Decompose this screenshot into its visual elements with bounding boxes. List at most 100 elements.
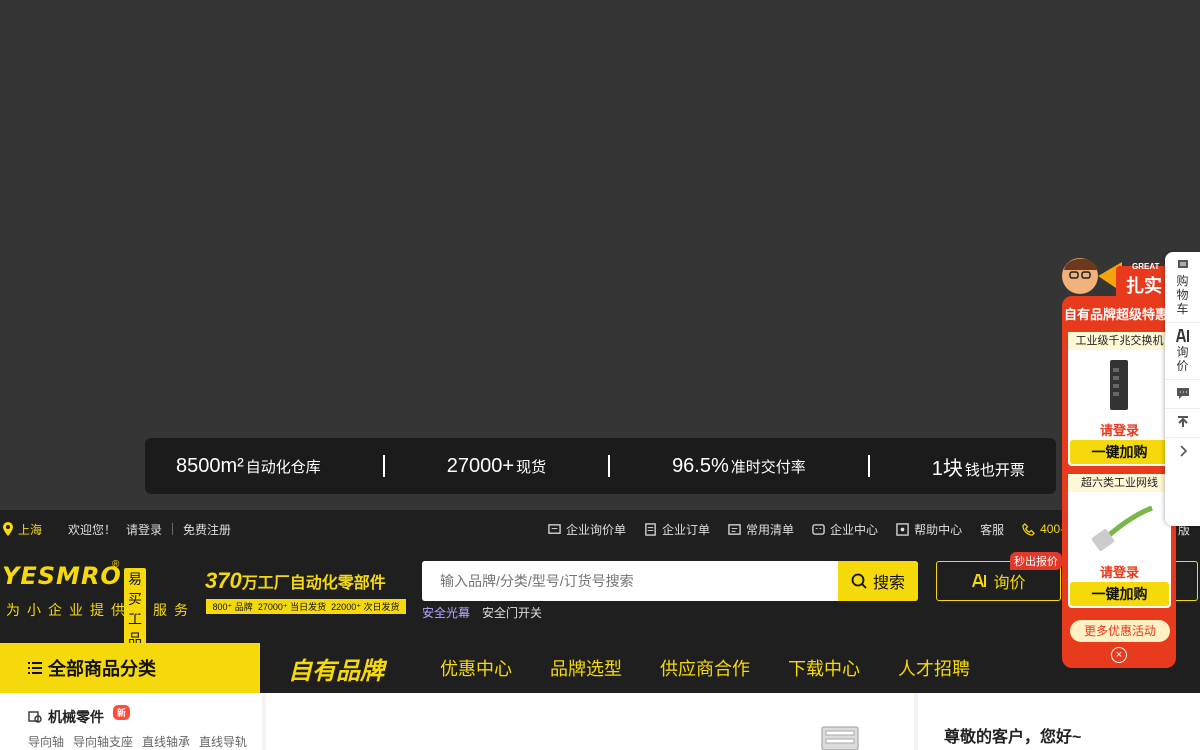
promo-great-label: GREAT xyxy=(1132,262,1160,271)
sidebar-inquiry[interactable]: 询价 xyxy=(1165,323,1200,380)
enterprise-orders-link[interactable]: 企业订单 xyxy=(644,521,710,538)
site-logo[interactable]: YESMRO ® 易买工品 为小企业提供好服务 xyxy=(2,559,188,650)
sidebar-cart-label: 购物车 xyxy=(1176,274,1189,316)
site-header: YESMRO ® 易买工品 为小企业提供好服务 370万工厂自动化零部件 800… xyxy=(0,548,1200,650)
promo-item-switch[interactable]: 工业级千兆交换机 请登录 一键加购 xyxy=(1068,332,1171,466)
stat-number: 96.5% xyxy=(672,454,729,477)
inquiry-icon xyxy=(548,523,561,534)
stat-label: 钱也开票 xyxy=(964,461,1025,479)
stat-label: 自动化仓库 xyxy=(245,458,321,476)
location-pin-icon xyxy=(3,522,13,536)
category-subitem[interactable]: 直线导轨 xyxy=(199,733,247,750)
customer-service-link[interactable]: 客服 xyxy=(980,521,1004,538)
promo-login-link[interactable]: 请登录 xyxy=(1068,562,1171,581)
promo-buy-button[interactable]: 一键加购 xyxy=(1070,440,1169,464)
header-tagline: 370万工厂自动化零部件 xyxy=(205,568,386,594)
stat-divider xyxy=(382,455,385,477)
close-icon[interactable]: × xyxy=(1111,647,1127,663)
category-title: 机械零件 xyxy=(48,709,104,725)
new-badge: 新 xyxy=(113,704,131,720)
promo-item-caption: 工业级千兆交换机 xyxy=(1068,332,1171,350)
stat-divider xyxy=(867,455,870,477)
location-label: 上海 xyxy=(18,522,43,537)
link-label: 帮助中心 xyxy=(914,522,963,537)
stat-number: 8500m² xyxy=(175,454,244,477)
stat-stock: 27000+ 现货 xyxy=(447,455,546,478)
gear-parts-icon xyxy=(28,711,42,723)
welcome-text: 欢迎您！ xyxy=(68,522,117,537)
tagline-stat: 27000⁺ 当日发货 xyxy=(257,602,327,612)
promo-login-link[interactable]: 请登录 xyxy=(1068,420,1171,439)
greeting-text: 尊敬的客户，您好~ xyxy=(944,729,1082,746)
ai-icon xyxy=(972,574,987,588)
nav-discount-center[interactable]: 优惠中心 xyxy=(440,655,512,681)
nav-download-center[interactable]: 下载中心 xyxy=(788,655,860,681)
hot-keyword[interactable]: 安全门开关 xyxy=(482,604,542,621)
promo-item-caption: 超六类工业网线 xyxy=(1068,474,1171,492)
login-link[interactable]: 请登录 xyxy=(126,521,162,538)
network-cable-image xyxy=(1091,505,1153,551)
search-box: 搜索 xyxy=(422,561,918,601)
promo-buy-button[interactable]: 一键加购 xyxy=(1070,582,1169,606)
hot-keywords: 安全光幕 安全门开关 xyxy=(422,604,542,621)
phone-icon xyxy=(1022,522,1036,536)
network-switch-image xyxy=(1110,360,1128,410)
tagline-number: 370 xyxy=(205,568,242,593)
top-bar: 上海 欢迎您！ 请登录 免费注册 企业询价单 企业订单 常用清单 企业中心 帮助… xyxy=(0,510,1200,548)
category-subitem[interactable]: 直线轴承 xyxy=(142,733,190,750)
ai-icon xyxy=(1175,329,1189,343)
all-categories-label: 全部商品分类 xyxy=(48,659,156,679)
nav-careers[interactable]: 人才招聘 xyxy=(898,655,970,681)
arrow-up-icon xyxy=(1177,416,1188,427)
search-input[interactable] xyxy=(422,561,838,601)
common-list-link[interactable]: 常用清单 xyxy=(728,521,794,538)
cart-icon xyxy=(1177,260,1188,268)
sidebar-back-to-top[interactable] xyxy=(1165,409,1200,438)
more-promotions-button[interactable]: 更多优惠活动 xyxy=(1070,620,1170,642)
help-icon xyxy=(896,522,909,536)
location-selector[interactable]: 上海 xyxy=(2,521,42,538)
stat-warehouse: 8500m² 自动化仓库 xyxy=(176,455,321,478)
stats-bar: 8500m² 自动化仓库 27000+ 现货 96.5% 准时交付率 1块 钱也开票 xyxy=(145,438,1056,494)
sidebar-chat[interactable] xyxy=(1165,380,1200,409)
clipboard-icon xyxy=(645,522,656,536)
tagline-stat: 800⁺ 品牌 xyxy=(212,602,253,612)
search-button[interactable]: 搜索 xyxy=(838,561,918,601)
nav-own-brand[interactable]: 自有品牌 xyxy=(288,651,384,686)
enterprise-center-link[interactable]: 企业中心 xyxy=(812,521,878,538)
category-subitem[interactable]: 导向轴支座 xyxy=(73,733,133,750)
category-subitems: 导向轴 导向轴支座 直线轴承 直线导轨 xyxy=(28,733,262,750)
enterprise-inquiry-link[interactable]: 企业询价单 xyxy=(548,521,626,538)
chevron-right-icon xyxy=(1179,445,1187,457)
promo-big-label: 扎实 xyxy=(1126,276,1162,296)
menu-icon xyxy=(28,662,42,674)
all-categories-button[interactable]: 全部商品分类 xyxy=(0,643,260,693)
tagline-text: 万工厂自动化零部件 xyxy=(241,575,386,592)
banner-area[interactable] xyxy=(266,693,914,750)
user-panel: 尊敬的客户，您好~ xyxy=(918,693,1200,750)
promo-float-panel: GREAT 扎实 自有品牌超级特惠 工业级千兆交换机 请登录 一键加购 超六类工… xyxy=(1050,236,1178,668)
help-center-link[interactable]: 帮助中心 xyxy=(896,521,962,538)
logo-registered: ® xyxy=(112,559,120,570)
stat-label: 准时交付率 xyxy=(730,458,806,476)
stat-invoice: 1块 钱也开票 xyxy=(932,452,1025,481)
promo-item-cable[interactable]: 超六类工业网线 请登录 一键加购 xyxy=(1068,474,1171,608)
category-subitem[interactable]: 导向轴 xyxy=(28,733,64,750)
nav-brand-selection[interactable]: 品牌选型 xyxy=(550,655,622,681)
search-button-label: 搜索 xyxy=(872,575,905,592)
sidebar-cart[interactable]: 购物车 xyxy=(1165,252,1200,323)
link-label: 常用清单 xyxy=(746,522,795,537)
search-icon xyxy=(851,573,867,589)
hot-keyword[interactable]: 安全光幕 xyxy=(422,604,470,621)
register-link[interactable]: 免费注册 xyxy=(183,521,231,538)
link-label: 企业中心 xyxy=(830,522,879,537)
category-item[interactable]: 机械零件 新 xyxy=(28,704,262,727)
nav-supplier-cooperation[interactable]: 供应商合作 xyxy=(660,655,750,681)
main-content: 机械零件 新 导向轴 导向轴支座 直线轴承 直线导轨 尊敬的客户，您好~ xyxy=(0,693,1200,750)
divider xyxy=(172,523,174,535)
category-panel: 机械零件 新 导向轴 导向轴支座 直线轴承 直线导轨 xyxy=(0,693,262,750)
stat-number: 27000+ xyxy=(446,454,515,477)
stat-label: 现货 xyxy=(516,458,547,476)
main-nav: 全部商品分类 自有品牌 优惠中心 品牌选型 供应商合作 下载中心 人才招聘 xyxy=(0,643,1200,693)
sidebar-collapse[interactable] xyxy=(1165,438,1200,466)
